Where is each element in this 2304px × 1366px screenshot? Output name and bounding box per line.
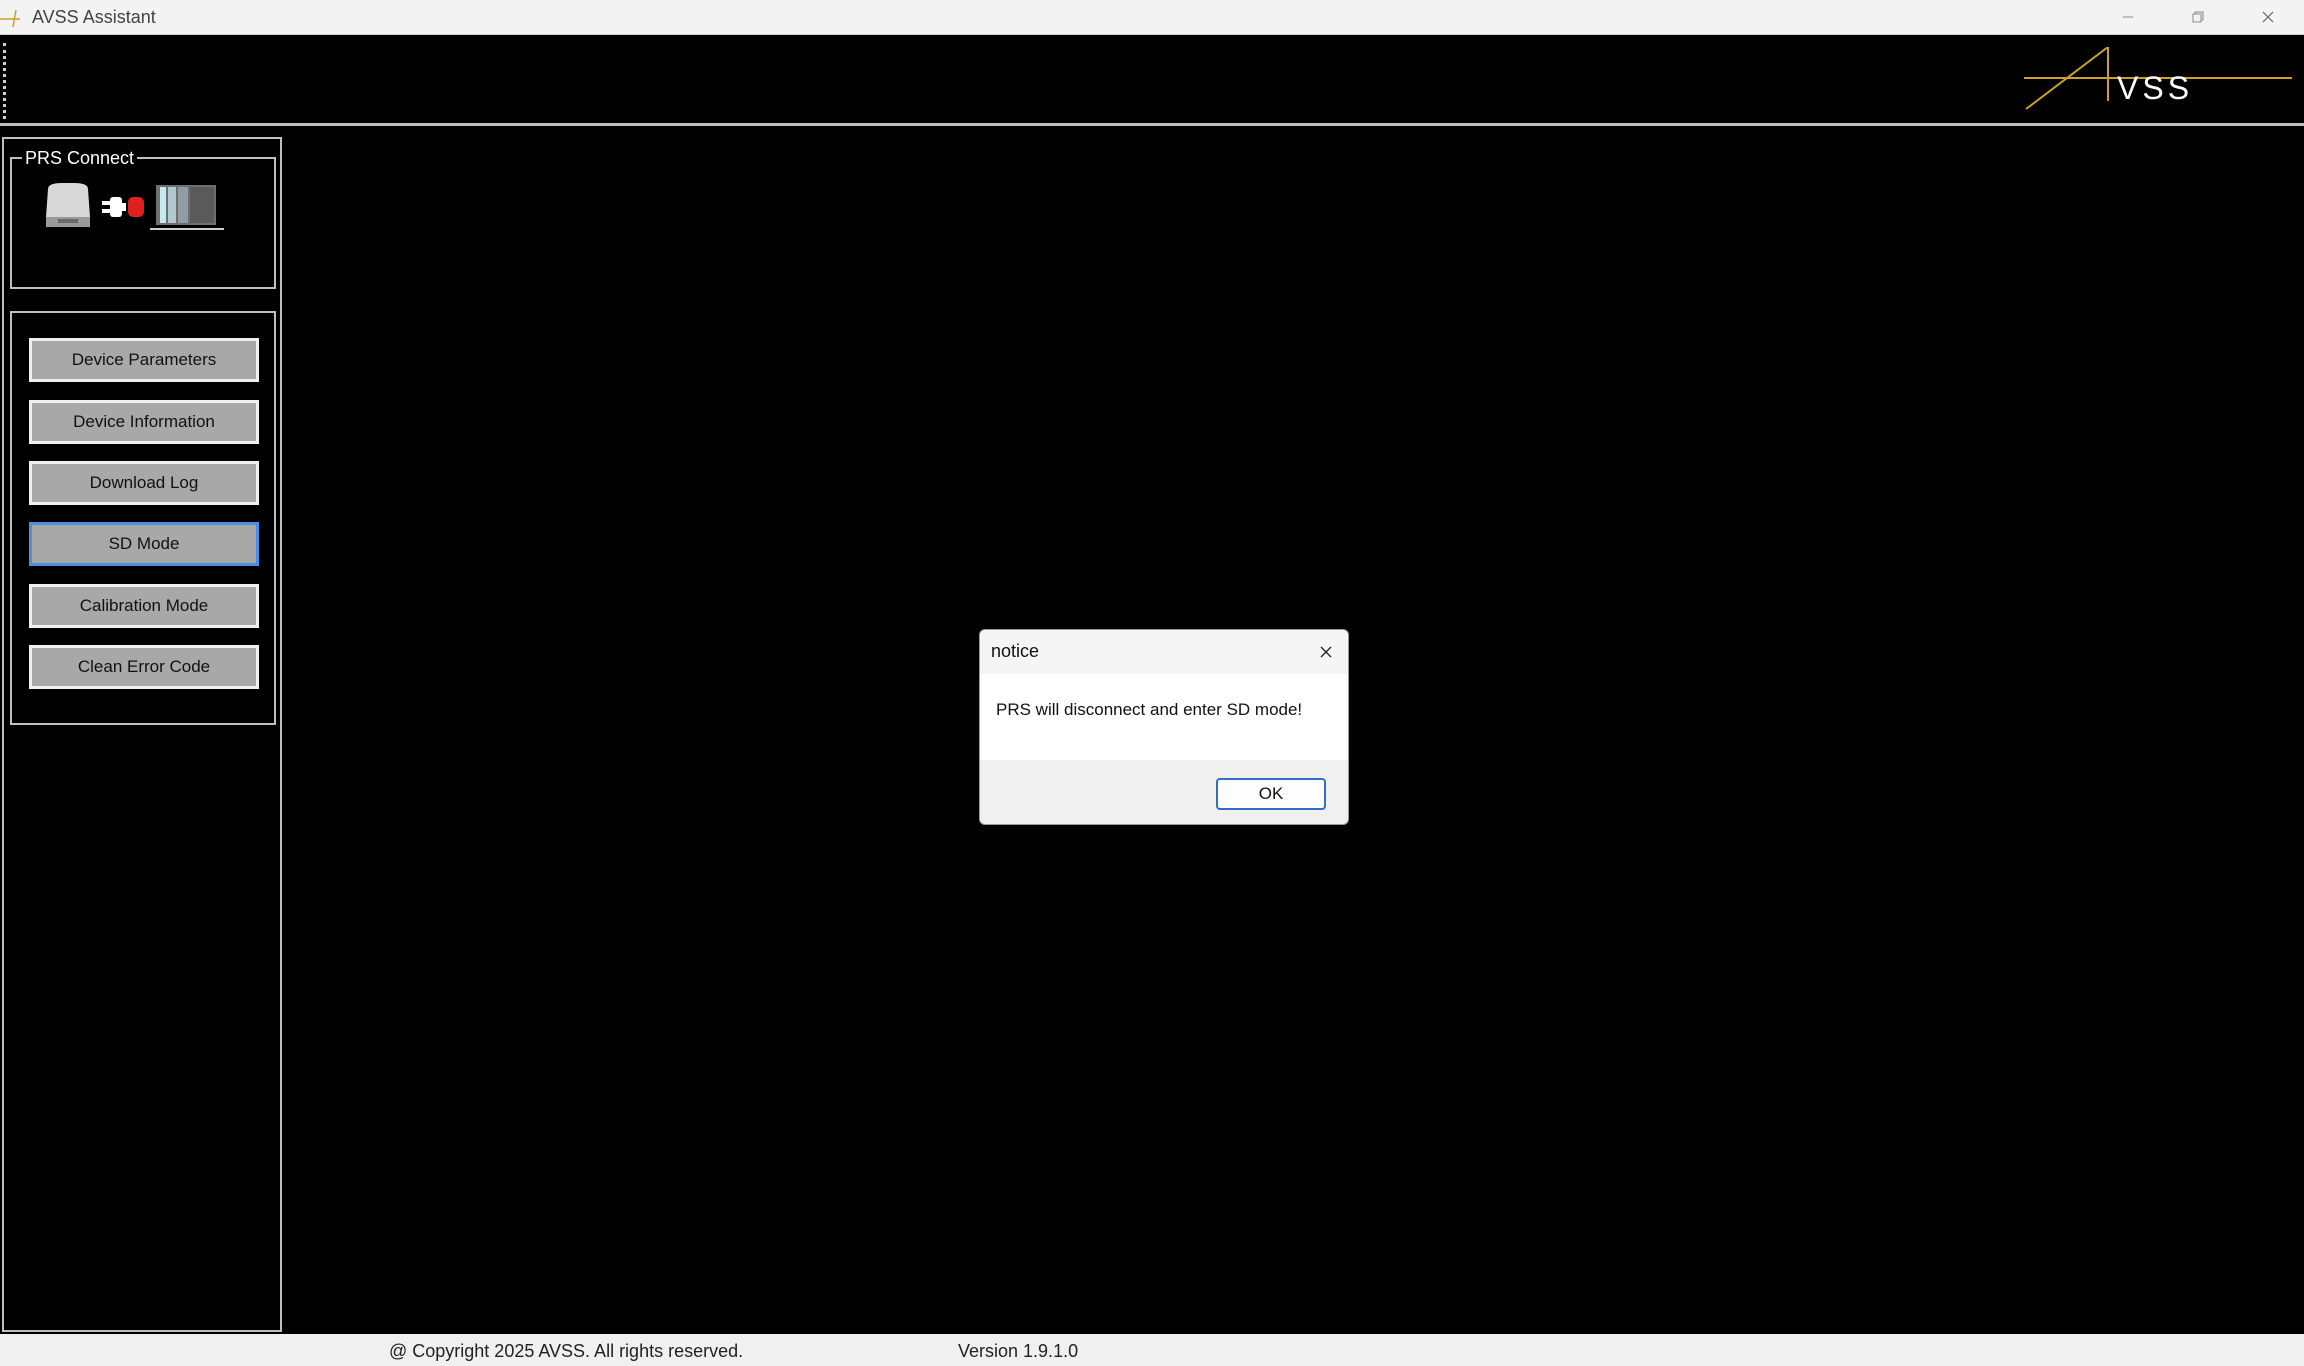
device-information-button[interactable]: Device Information (29, 400, 259, 444)
left-panel: PRS Connect Device Parameters Device Inf… (2, 137, 282, 1332)
logo-text: VSS (2117, 70, 2193, 106)
close-icon (1320, 646, 1332, 658)
version-text: Version 1.9.1.0 (958, 1341, 1079, 1361)
clean-error-code-button[interactable]: Clean Error Code (29, 645, 259, 689)
download-log-button[interactable]: Download Log (29, 461, 259, 505)
toolbar-grip[interactable] (3, 43, 10, 119)
prs-connect-group: PRS Connect (10, 147, 276, 289)
app-icon (0, 9, 20, 28)
device-parameters-button[interactable]: Device Parameters (29, 338, 259, 382)
copyright-text: @ Copyright 2025 AVSS. All rights reserv… (389, 1341, 744, 1361)
dialog-title: notice (991, 641, 1040, 661)
app-window: AVSS Assistant VSS PRS Connect Device Pa… (0, 0, 2304, 1366)
minimize-button[interactable] (2093, 0, 2163, 34)
dialog-close-button[interactable] (1310, 636, 1342, 668)
window-title: AVSS Assistant (32, 7, 156, 27)
minimize-icon (2123, 16, 2133, 18)
connection-status-icons (46, 183, 224, 230)
avss-logo: VSS (2024, 47, 2292, 110)
dialog-message: PRS will disconnect and enter SD mode! (996, 700, 1303, 719)
status-footer: @ Copyright 2025 AVSS. All rights reserv… (0, 1334, 2304, 1366)
close-icon (2262, 11, 2274, 23)
device-icon (46, 183, 90, 227)
restore-icon (2192, 11, 2204, 23)
sd-mode-button[interactable]: SD Mode (29, 522, 259, 566)
computer-icon (150, 185, 224, 230)
dialog-body: PRS will disconnect and enter SD mode! (980, 674, 1348, 760)
dialog-titlebar[interactable]: notice (980, 630, 1348, 674)
plug-icon (102, 197, 126, 217)
disconnected-status-icon (128, 197, 144, 217)
header-band: VSS (0, 35, 2304, 126)
restore-button[interactable] (2163, 0, 2233, 34)
prs-connect-label: PRS Connect (22, 147, 138, 169)
notice-dialog: notice PRS will disconnect and enter SD … (979, 629, 1349, 825)
calibration-mode-button[interactable]: Calibration Mode (29, 584, 259, 628)
close-window-button[interactable] (2233, 0, 2303, 34)
ok-button[interactable]: OK (1216, 778, 1326, 810)
window-titlebar: AVSS Assistant (0, 0, 2304, 35)
function-buttons-group: Device Parameters Device Information Dow… (10, 311, 276, 725)
